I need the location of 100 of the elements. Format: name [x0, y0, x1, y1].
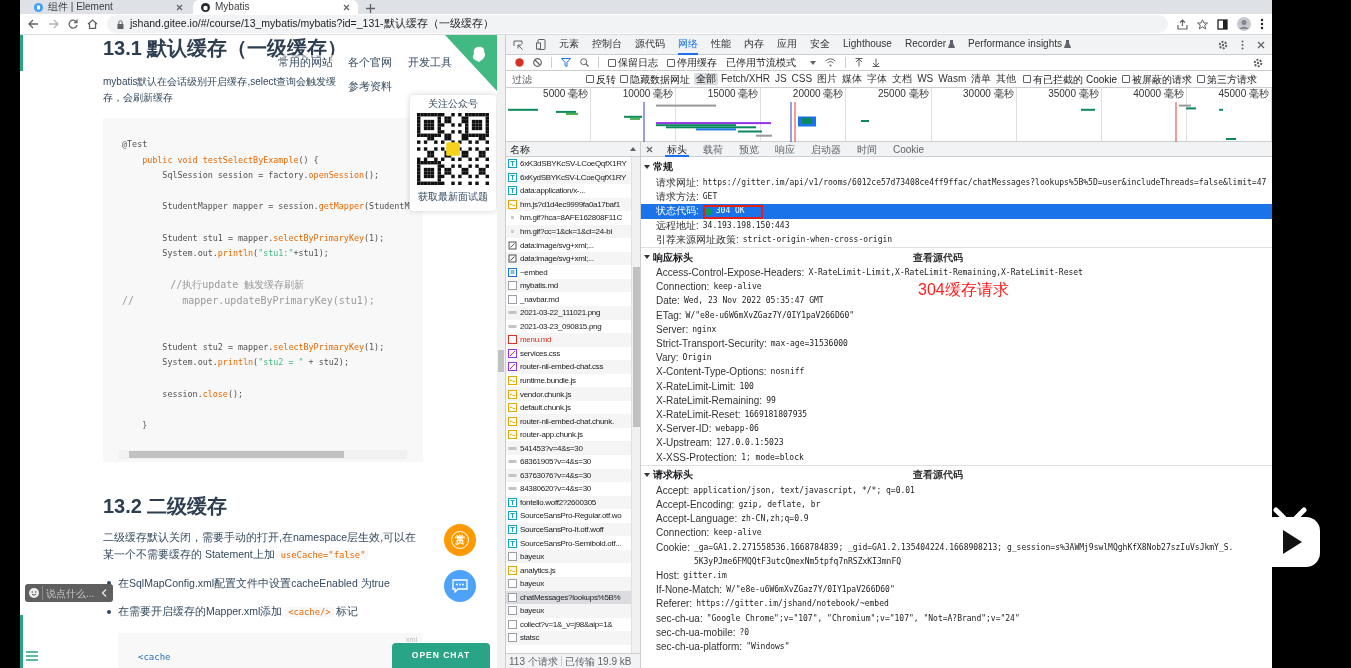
- comment-field[interactable]: 说点什么...: [25, 584, 113, 602]
- checkbox[interactable]: 隐藏数据网址: [620, 71, 690, 87]
- device-toolbar-icon[interactable]: [536, 39, 546, 50]
- filter-type-button[interactable]: 全部: [694, 73, 718, 85]
- chat-button[interactable]: [444, 570, 476, 602]
- filter-type-button[interactable]: 文档: [890, 73, 915, 85]
- detail-tab[interactable]: 标头: [665, 141, 689, 157]
- filter-type-button[interactable]: 图片: [815, 73, 840, 85]
- request-row[interactable]: router-nli-embed-chat.css: [506, 360, 631, 374]
- filter-type-button[interactable]: 其他: [994, 73, 1019, 85]
- nav-link[interactable]: 参考资料: [348, 79, 392, 95]
- back-icon[interactable]: [28, 19, 39, 29]
- request-row[interactable]: 2021-03-22_111021.png: [506, 306, 631, 320]
- record-icon[interactable]: [515, 58, 524, 67]
- devtools-tab[interactable]: 元素: [559, 34, 579, 55]
- request-row[interactable]: bayeux: [506, 604, 631, 618]
- clear-icon[interactable]: [533, 58, 542, 67]
- detail-tab[interactable]: 响应: [773, 141, 797, 157]
- header-row-text: 引荐来源网址政策: strict-origin-when-cross-origin: [655, 232, 894, 247]
- close-icon[interactable]: [646, 145, 653, 153]
- plus-icon[interactable]: [366, 4, 375, 13]
- header-row-text: 远程地址: 34.193.198.150:443: [655, 218, 791, 233]
- vertical-scrollbar[interactable]: [497, 35, 505, 668]
- devtools-tab[interactable]: 源代码: [635, 34, 665, 55]
- throttling-dropdown[interactable]: 已停用节流模式: [726, 55, 816, 70]
- close-icon[interactable]: [343, 3, 350, 11]
- detail-tab[interactable]: 启动器: [809, 141, 843, 157]
- checkbox[interactable]: 第三方请求: [1197, 71, 1258, 87]
- section-header[interactable]: 响应标头: [641, 249, 913, 265]
- column-header[interactable]: 名称: [510, 141, 530, 157]
- checkbox[interactable]: 有已拦截的 Cookie: [1023, 71, 1118, 87]
- more-icon[interactable]: [1260, 18, 1264, 30]
- settings-icon[interactable]: [1253, 57, 1263, 68]
- home-icon[interactable]: [87, 19, 98, 29]
- filter-type-button[interactable]: 字体: [865, 73, 890, 85]
- view-source-link[interactable]: 查看源代码: [913, 249, 963, 265]
- upload-icon[interactable]: [855, 58, 863, 67]
- close-icon[interactable]: [1257, 40, 1265, 49]
- devtools-tab[interactable]: 安全: [810, 34, 830, 55]
- detail-tab[interactable]: 时间: [855, 141, 879, 157]
- detail-tab[interactable]: 载荷: [701, 141, 725, 157]
- checkbox[interactable]: 保留日志: [608, 55, 658, 70]
- devtools-tab[interactable]: 性能: [711, 34, 731, 55]
- horizontal-scrollbar[interactable]: [119, 450, 407, 459]
- filter-field[interactable]: 过滤: [510, 72, 582, 86]
- devtools-tab[interactable]: Performance insights: [968, 34, 1071, 55]
- reload-icon[interactable]: [68, 19, 78, 29]
- nav-link[interactable]: 开发工具: [408, 55, 452, 71]
- request-row[interactable]: menu.md: [506, 333, 631, 347]
- browser-tab[interactable]: Mybatis: [193, 0, 358, 14]
- inspect-icon[interactable]: [513, 39, 523, 50]
- filter-type-button[interactable]: WS: [915, 73, 936, 85]
- nav-link[interactable]: 各个官网: [348, 55, 392, 71]
- detail-tab[interactable]: Cookie: [891, 141, 927, 157]
- request-row[interactable]: router-nli-embed-chat.chunk.: [506, 414, 631, 428]
- network-conditions-icon[interactable]: [825, 58, 836, 67]
- header-row-text: Referer: https://gitter.im/jshand/notebook/~embed: [655, 597, 890, 612]
- star-icon[interactable]: [1197, 18, 1208, 30]
- header-row-text: X-XSS-Protection: 1; mode=block: [655, 450, 805, 465]
- devtools-tab[interactable]: 内存: [744, 34, 764, 55]
- header-row-text: Accept: application/json, text/javascript, */*; q=0.01: [655, 483, 916, 498]
- section-header[interactable]: 常规: [641, 159, 913, 174]
- devtools-tab[interactable]: 网络: [678, 34, 698, 55]
- section-heading: 13.2 二级缓存: [103, 494, 229, 518]
- detail-tab[interactable]: 预览: [737, 141, 761, 157]
- checkbox[interactable]: 被屏蔽的请求: [1122, 71, 1193, 87]
- devtools-tab[interactable]: Recorder: [904, 34, 956, 55]
- code-line: SqlSession session = factory.openSession();: [161, 169, 381, 183]
- request-row[interactable]: statsc: [506, 631, 631, 645]
- sort-arrow-icon: [630, 147, 636, 151]
- request-row[interactable]: 541453?v=4&s=30: [506, 441, 631, 456]
- checkbox[interactable]: 停用缓存: [667, 55, 717, 70]
- request-row[interactable]: vendor.chunk.js: [506, 387, 631, 401]
- filter-type-button[interactable]: JS: [772, 73, 789, 85]
- filter-icon[interactable]: [561, 58, 571, 67]
- chevron-left-icon[interactable]: [101, 589, 107, 597]
- devtools-tab[interactable]: 控制台: [592, 34, 622, 55]
- filter-type-button[interactable]: Wasm: [936, 73, 969, 85]
- filter-type-button[interactable]: 清单: [969, 73, 994, 85]
- devtools-tab[interactable]: 应用: [777, 34, 797, 55]
- tick-label: 10000 毫秒: [622, 88, 674, 101]
- code-line: }: [141, 418, 149, 432]
- download-icon[interactable]: [872, 58, 880, 67]
- share-icon[interactable]: [1177, 18, 1188, 30]
- devtools-tab[interactable]: Lighthouse: [843, 34, 892, 55]
- code-line: //执行update 触发缓存刷新: [169, 278, 306, 293]
- paragraph: 二级缓存默认关闭，需要手动的打开,在namespace层生效,可以在某一个不需要缓存的 Statement上加 useCache="false": [103, 530, 418, 562]
- checkbox[interactable]: 反转: [586, 71, 616, 87]
- close-icon[interactable]: [176, 3, 183, 11]
- settings-icon[interactable]: [1218, 39, 1228, 50]
- filter-type-button[interactable]: 媒体: [840, 73, 865, 85]
- avatar-icon[interactable]: [1237, 17, 1251, 31]
- view-source-link[interactable]: 查看源代码: [913, 467, 963, 483]
- side-panel-icon[interactable]: [1217, 18, 1228, 30]
- address-field[interactable]: jshand.gitee.io/#/course/13_mybatis/mybatis?id=_131-默认缓存（一级缓存）: [107, 15, 1168, 33]
- section-header[interactable]: 请求标头: [641, 467, 913, 483]
- vertical-scrollbar[interactable]: [631, 157, 640, 653]
- filter-type-button[interactable]: Fetch/XHR: [719, 73, 772, 85]
- search-icon[interactable]: [580, 58, 589, 67]
- filter-type-button[interactable]: CSS: [789, 73, 815, 85]
